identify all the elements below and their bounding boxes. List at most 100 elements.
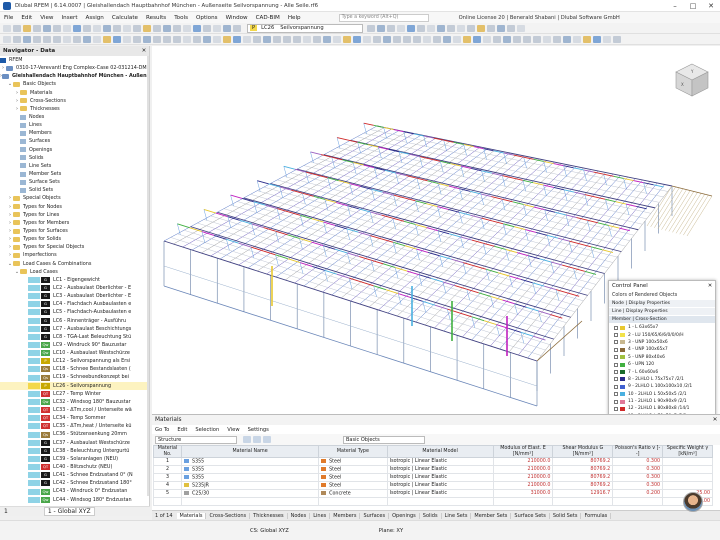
toolbar-tool-icon[interactable] <box>123 35 131 43</box>
checkbox[interactable] <box>614 362 618 367</box>
menu-results[interactable]: Results <box>146 15 166 21</box>
tree-item-load-case[interactable]: Qw LC10 - Ausbaulast Westschürze <box>0 349 148 357</box>
tree-item[interactable]: Solids <box>0 154 148 162</box>
close-icon[interactable]: ✕ <box>139 46 149 56</box>
toolbar-tool-icon[interactable] <box>447 24 456 32</box>
col-material-name[interactable]: Material Name <box>181 444 320 459</box>
tab-line-sets[interactable]: Line Sets <box>442 512 472 519</box>
tree-item[interactable]: › Imperfections <box>0 251 148 259</box>
toolbar-tool-icon[interactable] <box>397 24 406 32</box>
tree-item-load-case[interactable]: QT LC27 - Temp Winter <box>0 390 148 398</box>
toolbar-tool-icon[interactable] <box>417 24 426 32</box>
table-pager[interactable]: 1 of 14 <box>155 513 173 519</box>
cross-section-row[interactable]: 9 - 2LHLO L 100x100x10 /2/1 <box>609 383 715 390</box>
menu-file[interactable]: File <box>4 15 13 21</box>
search-input[interactable]: Type a keyword (Alt+Q) <box>338 13 429 22</box>
toolbar-tool-icon[interactable] <box>443 35 451 43</box>
toolbar-tool-icon[interactable] <box>133 24 141 32</box>
checkbox[interactable] <box>614 355 618 360</box>
toolbar-tool-icon[interactable] <box>173 24 181 32</box>
toolbar-tool-icon[interactable] <box>133 35 141 43</box>
option-node-display[interactable]: Node | Display Properties <box>609 300 715 308</box>
toolbar-tool-icon[interactable] <box>113 35 121 43</box>
toolbar-tool-icon[interactable] <box>377 24 386 32</box>
col-material-model[interactable]: Material Model <box>386 444 494 459</box>
col-poisson-ratio[interactable]: Poisson's Ratio v [--] <box>612 444 664 459</box>
table-tool-icon[interactable] <box>243 436 251 443</box>
tree-item[interactable]: › Types for Solids <box>0 235 148 243</box>
menu-cad-bim[interactable]: CAD-BIM <box>256 15 280 21</box>
checkbox[interactable] <box>614 347 618 352</box>
tree-item[interactable]: Openings <box>0 146 148 154</box>
checkbox[interactable] <box>614 340 618 345</box>
tree-item[interactable]: › Materials <box>0 89 148 97</box>
tree-item[interactable]: › Types for Special Objects <box>0 243 148 251</box>
close-icon[interactable]: ✕ <box>710 415 720 425</box>
option-line-display[interactable]: Line | Display Properties <box>609 308 715 316</box>
toolbar-tool-icon[interactable] <box>83 24 91 32</box>
cross-section-row[interactable]: 8 - 2LHLO L 75x75x7 /2/1 <box>609 376 715 383</box>
col-material-no[interactable]: Material No. <box>152 444 183 459</box>
toolbar-tool-icon[interactable] <box>477 24 486 32</box>
tab-formulas[interactable]: Formulas <box>581 512 612 519</box>
toolbar-tool-icon[interactable] <box>407 24 416 32</box>
toolbar-tool-icon[interactable] <box>507 24 516 32</box>
load-case-select[interactable]: P LC26 Seilvorspannung <box>247 23 364 33</box>
checkbox[interactable] <box>614 399 618 404</box>
toolbar-tool-icon[interactable] <box>193 35 201 43</box>
toolbar-tool-icon[interactable] <box>387 24 396 32</box>
toolbar-tool-icon[interactable] <box>353 35 361 43</box>
tree-item-load-case[interactable]: G LC41 - Schnee Endzustand 0° (N <box>0 471 148 479</box>
tree-item[interactable]: Nodes <box>0 113 148 121</box>
tree-item[interactable]: ⌄ Basic Objects <box>0 80 148 88</box>
menu-selection[interactable]: Selection <box>195 427 219 433</box>
tree-item[interactable]: › Types for Nodes <box>0 203 148 211</box>
tree-item-load-case[interactable]: G LC6 - Rinnenträger - Ausführu <box>0 317 148 325</box>
tree-item[interactable]: Solid Sets <box>0 186 148 194</box>
toolbar-tool-icon[interactable] <box>497 24 506 32</box>
tree-item[interactable]: › Thicknesses <box>0 105 148 113</box>
tree-item[interactable]: ⌄ Load Cases & Combinations <box>0 260 148 268</box>
tree-item-load-case[interactable]: Qw LC32 - Windsog 180° Bauzustar <box>0 398 148 406</box>
tree-item[interactable]: Surface Sets <box>0 178 148 186</box>
toolbar-tool-icon[interactable] <box>423 35 431 43</box>
tab-solid-sets[interactable]: Solid Sets <box>550 512 582 519</box>
tab-member-sets[interactable]: Member Sets <box>471 512 512 519</box>
menu-edit[interactable]: Edit <box>21 15 32 21</box>
tab-members[interactable]: Members <box>330 512 361 519</box>
tree-item-load-case[interactable]: G LC7 - Ausbaulast Beschichtungs <box>0 325 148 333</box>
view-cube-icon[interactable]: Y X <box>672 60 712 100</box>
structure-select[interactable]: Structure <box>155 435 237 444</box>
menu-tools[interactable]: Tools <box>174 15 188 21</box>
toolbar-tool-icon[interactable] <box>313 35 321 43</box>
toolbar-tool-icon[interactable] <box>53 24 61 32</box>
toolbar-tool-icon[interactable] <box>93 35 101 43</box>
toolbar-tool-icon[interactable] <box>263 35 271 43</box>
cross-section-row[interactable]: 6 - UPN 120 <box>609 361 715 368</box>
close-icon[interactable]: ✕ <box>705 281 715 291</box>
toolbar-tool-icon[interactable] <box>323 35 331 43</box>
toolbar-tool-icon[interactable] <box>523 35 531 43</box>
tab-solids[interactable]: Solids <box>420 512 442 519</box>
menu-go-to[interactable]: Go To <box>155 427 169 433</box>
toolbar-tool-icon[interactable] <box>367 24 376 32</box>
toolbar-tool-icon[interactable] <box>43 24 51 32</box>
toolbar-tool-icon[interactable] <box>513 35 521 43</box>
menu-calculate[interactable]: Calculate <box>112 15 138 21</box>
tree-item-load-case[interactable]: G LC37 - Ausbaulast Westschürze <box>0 439 148 447</box>
toolbar-tool-icon[interactable] <box>467 24 476 32</box>
table-row[interactable]: 4 S235JR Steel Isotropic | Linear Elastic 21… <box>152 481 713 491</box>
toolbar-tool-icon[interactable] <box>463 35 471 43</box>
tab-materials[interactable]: Materials <box>176 512 207 519</box>
tree-item-load-case[interactable]: G LC8 - TGA-Last Beleuchtung Stü <box>0 333 148 341</box>
tree-item-load-case[interactable]: G LC42 - Schnee Endzustand 180° <box>0 479 148 487</box>
toolbar-tool-icon[interactable] <box>433 35 441 43</box>
cross-section-row[interactable]: 11 - 2LHLO L 90x90x9 /2/1 <box>609 398 715 405</box>
toolbar-tool-icon[interactable] <box>453 35 461 43</box>
toolbar-tool-icon[interactable] <box>63 24 71 32</box>
coord-system-select[interactable]: 1 - Global XYZ <box>43 507 95 516</box>
tree-item-load-case[interactable]: P LC12 - Seilvorspannung als Ersi <box>0 357 148 365</box>
table-tool-icon[interactable] <box>253 436 261 443</box>
table-row[interactable]: 1 S355 Steel Isotropic | Linear Elastic 2100… <box>152 457 713 467</box>
toolbar-tool-icon[interactable] <box>413 35 421 43</box>
